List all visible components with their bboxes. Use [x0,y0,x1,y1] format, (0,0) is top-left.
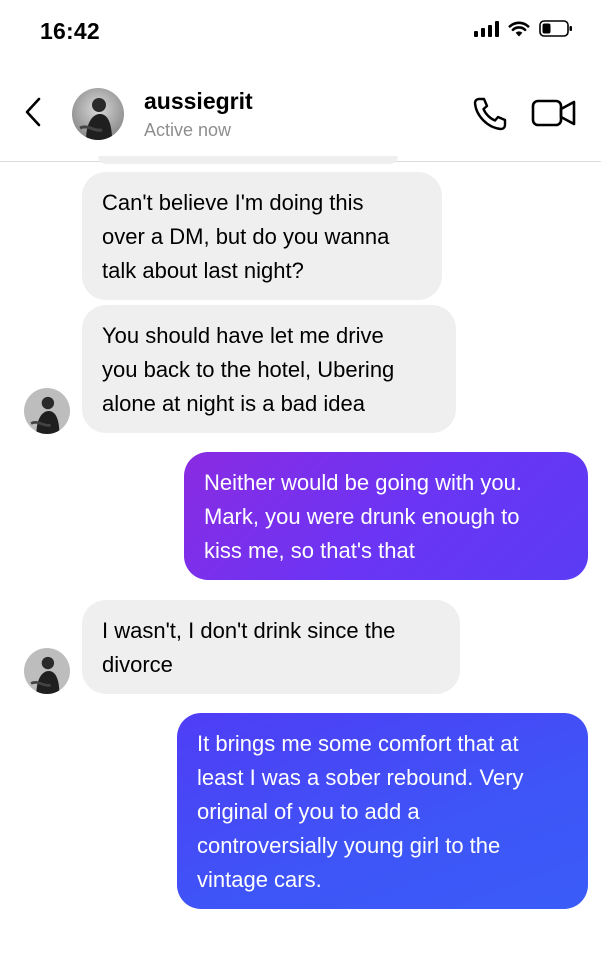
previous-message-edge [98,156,398,164]
message-sent[interactable]: It brings me some comfort that at least … [177,713,588,909]
message-received[interactable]: Can't believe I'm doing this over a DM, … [82,172,442,300]
chat-header: aussiegrit Active now [0,64,601,162]
chevron-left-icon [25,97,41,127]
battery-icon [539,20,572,37]
contact-avatar[interactable] [72,88,124,140]
status-time: 16:42 [40,18,100,44]
phone-icon [473,97,507,131]
sender-avatar[interactable] [24,388,70,434]
message-received[interactable]: You should have let me drive you back to… [82,305,456,433]
back-button[interactable] [18,94,48,130]
sender-avatar[interactable] [24,648,70,694]
signal-icon [474,20,499,37]
status-icons [474,20,573,37]
contact-active-status: Active now [144,120,232,140]
wifi-icon [508,21,530,37]
message-sent[interactable]: Neither would be going with you. Mark, y… [184,452,588,580]
status-bar: 16:42 [0,0,601,64]
voice-call-button[interactable] [470,94,510,134]
video-camera-icon [531,99,576,127]
contact-name[interactable]: aussiegrit [144,88,253,115]
message-received[interactable]: I wasn't, I don't drink since the divorc… [82,600,460,694]
video-call-button[interactable] [530,96,578,130]
